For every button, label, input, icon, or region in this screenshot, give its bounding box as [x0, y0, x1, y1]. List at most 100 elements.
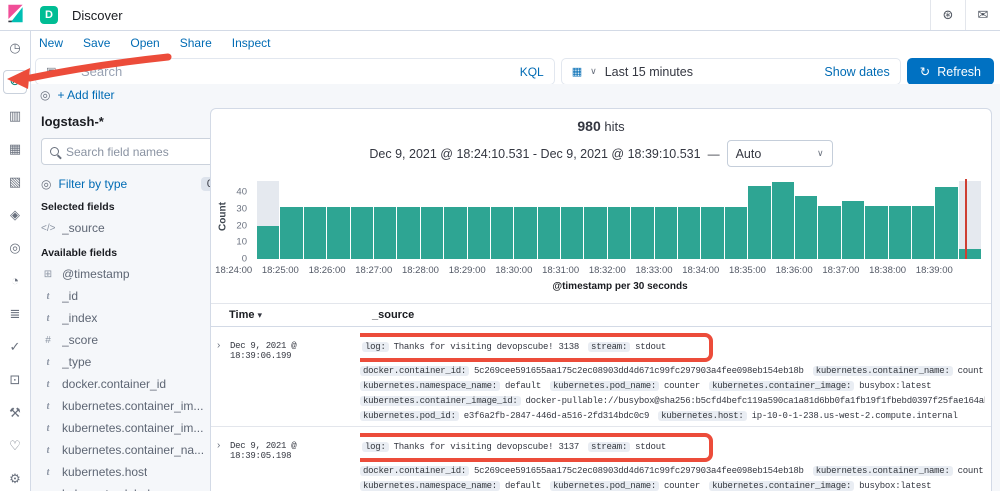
discover-icon[interactable]: ⊘ [3, 70, 27, 94]
field-search-input[interactable]: Search field names [41, 138, 219, 165]
time-range-value[interactable]: Last 15 minutes [605, 65, 693, 79]
field-name: kubernetes.labels.app [62, 487, 179, 491]
string-type-icon: t [46, 290, 50, 302]
discover-toolbar: New Save Open Share Inspect [31, 30, 1000, 56]
saved-query-icon[interactable]: ▣ [46, 65, 56, 78]
field-item[interactable]: t _index [41, 307, 219, 329]
field-item[interactable]: ⊞ @timestamp [41, 263, 219, 285]
expand-row-chevron[interactable]: › [217, 433, 230, 491]
interval-select[interactable]: Auto ∨ [726, 140, 833, 167]
field-item[interactable]: # _score [41, 329, 219, 351]
histogram-bar [654, 207, 678, 259]
field-value: ip-10-0-1-238.us-west-2.compute.internal [751, 411, 958, 421]
toolbar-link-open[interactable]: Open [130, 36, 159, 50]
dev-tools-icon[interactable]: ⚒ [4, 402, 26, 424]
histogram-bar [818, 205, 841, 259]
field-item[interactable]: t kubernetes.container_im... [41, 395, 219, 417]
histogram-bucket [701, 179, 724, 259]
dashboard-icon[interactable]: ▦ [4, 138, 26, 160]
histogram-plot[interactable] [257, 179, 982, 259]
logs-icon[interactable]: ≣ [4, 303, 26, 325]
calendar-icon[interactable]: ▦ [572, 65, 582, 78]
management-icon[interactable]: ⚙ [4, 468, 26, 490]
field-key-badge: kubernetes.host: [658, 411, 747, 421]
field-item[interactable]: t kubernetes.host [41, 461, 219, 483]
date-picker[interactable]: ▦ ∨ Last 15 minutes Show dates [560, 58, 901, 85]
field-value: Thanks for visiting devopscube! 3138 [393, 342, 580, 352]
index-pattern-title[interactable]: logstash-* [41, 114, 219, 129]
field-key-badge: kubernetes.namespace_name: [360, 381, 500, 391]
page-title: Discover [72, 7, 123, 23]
kibana-discover-app: D Discover ⊛ ✉ ◷ ⊘ ▥ ▦ ▧ ◈ ◎ ◔ ≣ ✓ ⊡ ⚒ ♡ ⚙ New Save Open… [0, 0, 1000, 491]
field-item[interactable]: t kubernetes.container_na... [41, 439, 219, 461]
histogram-bar [865, 205, 888, 259]
toolbar-link-new[interactable]: New [39, 36, 63, 50]
documents-table: Time ▾ _source › Dec 9, 2021 @ 18:39:06.1… [211, 303, 991, 491]
kql-language-button[interactable]: KQL [520, 65, 544, 79]
show-dates-button[interactable]: Show dates [824, 65, 889, 79]
filter-by-type[interactable]: ◎ Filter by type 0 [41, 177, 219, 191]
chevron-down-icon[interactable]: ∨ [590, 66, 597, 77]
filter-icon: ◎ [40, 88, 51, 102]
field-item[interactable]: tkubernetes.labels.app [41, 483, 219, 491]
histogram-bucket [537, 179, 561, 259]
field-item[interactable]: t kubernetes.container_im... [41, 417, 219, 439]
field-key-badge: kubernetes.pod_name: [550, 381, 660, 391]
histogram-bar [490, 207, 514, 259]
selected-fields-heading: Selected fields [41, 201, 115, 213]
field-key-badge: kubernetes.namespace_name: [360, 481, 500, 491]
field-name: kubernetes.host [62, 465, 148, 479]
x-tick-label: 18:25:00 [261, 265, 299, 276]
metrics-icon[interactable]: ◔ [4, 270, 26, 292]
toolbar-link-inspect[interactable]: Inspect [232, 36, 271, 50]
source-line: kubernetes.pod_id: e3f6a2fb-2847-446d-a51… [360, 409, 985, 424]
red-highlight-annotation: log: Thanks for visiting devopscube! 3137… [360, 433, 714, 462]
histogram-bucket [958, 179, 982, 259]
field-name: @timestamp [62, 267, 130, 281]
recently-viewed-icon[interactable]: ◷ [4, 37, 26, 59]
toolbar-link-share[interactable]: Share [180, 36, 212, 50]
histogram-bucket [818, 179, 841, 259]
range-row: Dec 9, 2021 @ 18:24:10.531 - Dec 9, 2021… [211, 140, 991, 167]
newsfeed-icon[interactable]: ✉ [965, 0, 1000, 30]
field-item[interactable]: t docker.container_id [41, 373, 219, 395]
maps-icon[interactable]: ◈ [4, 204, 26, 226]
string-type-icon: t [46, 400, 50, 412]
kibana-logo[interactable] [0, 4, 30, 26]
search-placeholder: Search [81, 64, 123, 79]
field-item[interactable]: </> _source [41, 217, 219, 239]
chevron-down-icon[interactable]: ∨ [65, 66, 72, 77]
histogram-chart: Count 0 10 20 30 40 18:24:00 18:25:00 18:26:00… [215, 177, 983, 295]
field-value: default [504, 381, 541, 391]
histogram-bucket [444, 179, 467, 259]
histogram-bucket [514, 179, 537, 259]
results-panel: 980 hits Dec 9, 2021 @ 18:24:10.531 - De… [210, 108, 992, 491]
uptime-icon[interactable]: ✓ [4, 336, 26, 358]
security-icon[interactable]: ⊡ [4, 369, 26, 391]
canvas-icon[interactable]: ▧ [4, 171, 26, 193]
histogram-bucket [257, 179, 280, 259]
histogram-bucket [420, 179, 444, 259]
stack-monitoring-icon[interactable]: ♡ [4, 435, 26, 457]
histogram-bar [561, 207, 584, 259]
search-input[interactable]: ▣ ∨ Search KQL [35, 58, 555, 85]
machine-learning-icon[interactable]: ◎ [4, 237, 26, 259]
discover-app-badge: D [40, 6, 58, 24]
visualize-icon[interactable]: ▥ [4, 105, 26, 127]
field-item[interactable]: t _id [41, 285, 219, 307]
x-tick-label: 18:36:00 [775, 265, 813, 276]
x-tick-label: 18:31:00 [542, 265, 580, 276]
histogram-bar [584, 207, 607, 259]
time-column-header[interactable]: Time ▾ [229, 309, 372, 321]
current-time-marker [965, 179, 968, 259]
refresh-button[interactable]: ↻ Refresh [906, 58, 994, 85]
fields-sidebar: ‹ logstash-* Search field names ◎ Filter… [31, 106, 227, 491]
hits-row: 980 hits [211, 118, 991, 134]
add-filter-button[interactable]: + Add filter [57, 88, 114, 102]
field-key-badge: docker.container_id: [360, 366, 470, 376]
field-item[interactable]: t _type [41, 351, 219, 373]
expand-row-chevron[interactable]: › [217, 333, 230, 424]
x-axis-label: @timestamp per 30 seconds [552, 281, 688, 292]
toolbar-link-save[interactable]: Save [83, 36, 110, 50]
help-icon[interactable]: ⊛ [930, 0, 965, 30]
